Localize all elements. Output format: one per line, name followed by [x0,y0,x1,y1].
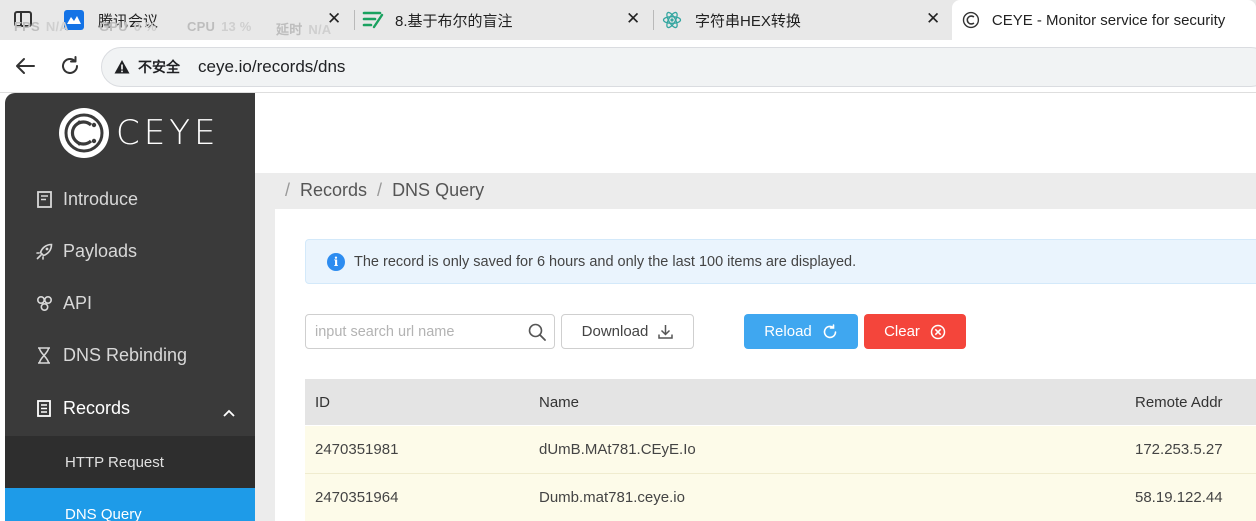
list-icon [35,399,53,417]
fps-value: N/A [45,19,69,34]
sidebar-item-label: DNS Rebinding [63,344,188,365]
breadcrumb-separator: / [377,180,383,200]
sidebar-item-label: Introduce [63,188,139,209]
breadcrumb-item-dns-query: DNS Query [392,180,485,200]
download-label: Download [581,323,649,340]
tab-title: CEYE - Monitor service for security [991,11,1226,29]
browser-tab-bar: 腾讯会议 ✕ 8.基于布尔的盲注 ✕ 字符串HEX转换 ✕ CEYE - Mon… [0,0,1256,40]
search-box [305,314,555,349]
url-text[interactable]: ceye.io/records/dns [198,57,345,77]
sidebar-item-label: Payloads [63,240,138,261]
records-submenu: HTTP Request DNS Query [5,436,255,521]
document-icon [35,190,53,208]
table-header: ID Name Remote Addr [305,379,1256,425]
download-button[interactable]: Download [561,314,694,349]
cpu-label: CPU [187,19,216,34]
breadcrumb-item-records[interactable]: Records [300,180,367,201]
breadcrumb: / Records / DNS Query [285,180,484,201]
column-header-remote-addr[interactable]: Remote Addr [1135,379,1223,425]
cell-name: dUmB.MAt781.CEyE.Io [539,441,696,458]
sidebar-item-label: API [63,292,93,313]
search-input[interactable] [315,323,515,340]
cell-remote-addr: 172.253.5.27 [1135,441,1223,458]
api-icon [35,294,53,312]
back-arrow-icon [16,58,35,74]
sidebar-subitem-http-request[interactable]: HTTP Request [5,436,255,488]
tab-ceye[interactable]: CEYE - Monitor service for security [952,0,1256,40]
refresh-icon [62,56,78,74]
close-circle-icon [930,324,946,340]
security-indicator[interactable]: 不安全 [114,57,180,77]
clear-label: Clear [884,323,920,340]
sidebar: CEYE Introduce Payloads API DNS Rebindin… [5,93,255,521]
top-header [255,93,1256,173]
breadcrumb-separator: / [285,180,291,200]
chevron-up-icon[interactable] [223,401,235,422]
address-bar[interactable]: 不安全 ceye.io/records/dns [101,47,1256,87]
clear-button[interactable]: Clear [864,314,966,349]
info-alert: i The record is only saved for 6 hours a… [305,239,1256,284]
sidebar-item-records[interactable]: Records [5,382,255,434]
sidebar-subitem-label: DNS Query [65,505,142,521]
rocket-icon [35,242,53,260]
tab-divider [653,10,654,30]
ceye-logo[interactable]: CEYE [58,105,219,161]
cpu-value: 13 % [221,19,252,34]
tab-title: 8.基于布尔的盲注 [395,12,513,30]
note-icon [362,11,384,29]
search-icon[interactable] [528,323,546,346]
sidebar-item-dns-rebinding[interactable]: DNS Rebinding [5,329,255,381]
logo-text: CEYE [116,113,220,153]
sidebar-subitem-label: HTTP Request [65,453,164,471]
table-row[interactable]: 2470351981 dUmB.MAt781.CEyE.Io 172.253.5… [305,426,1256,474]
info-icon: i [327,252,345,271]
sidebar-subitem-dns-query[interactable]: DNS Query [5,488,255,521]
column-header-name[interactable]: Name [539,379,579,425]
performance-overlay-gpu: GPU 0 % [99,19,167,34]
ceye-logo-icon [59,108,109,158]
tab-divider [354,10,355,30]
cell-id: 2470351981 [315,441,399,458]
hourglass-icon [35,346,53,364]
react-icon [662,11,682,29]
alert-text: The record is only saved for 6 hours and… [354,253,857,270]
back-button[interactable] [11,52,39,80]
cell-remote-addr: 58.19.122.44 [1135,489,1223,506]
tab-sql-blind-injection[interactable]: 8.基于布尔的盲注 ✕ [362,0,650,40]
sidebar-item-api[interactable]: API [5,277,255,329]
reload-page-button[interactable] [56,52,84,80]
column-header-id[interactable]: ID [315,379,330,425]
table-row[interactable]: 2470351964 Dumb.mat781.ceye.io 58.19.122… [305,474,1256,521]
performance-overlay-latency: 延时 N/A [276,19,341,38]
latency-label: 延时 [276,22,303,37]
close-tab-icon[interactable]: ✕ [626,9,640,29]
gpu-label: GPU [99,19,128,34]
sidebar-item-label: Records [63,397,131,418]
cell-name: Dumb.mat781.ceye.io [539,489,685,506]
fps-label: FPS [14,19,40,34]
warning-icon [114,60,130,74]
tab-hex-converter[interactable]: 字符串HEX转换 ✕ [662,0,950,40]
sidebar-item-payloads[interactable]: Payloads [5,225,255,277]
performance-overlay-cpu: CPU 13 % [187,19,262,34]
security-label: 不安全 [138,59,180,75]
refresh-icon [822,323,838,340]
browser-toolbar: 不安全 ceye.io/records/dns [0,40,1256,93]
reload-label: Reload [764,323,812,340]
performance-overlay: FPS N/A [14,19,79,34]
reload-button[interactable]: Reload [744,314,858,349]
tab-title: 字符串HEX转换 [695,12,801,30]
close-tab-icon[interactable]: ✕ [926,9,940,29]
ceye-icon [962,11,980,29]
gpu-value: 0 % [133,19,157,34]
sidebar-item-introduce[interactable]: Introduce [5,173,255,225]
latency-value: N/A [308,22,332,37]
cell-id: 2470351964 [315,489,399,506]
download-icon [658,324,674,339]
